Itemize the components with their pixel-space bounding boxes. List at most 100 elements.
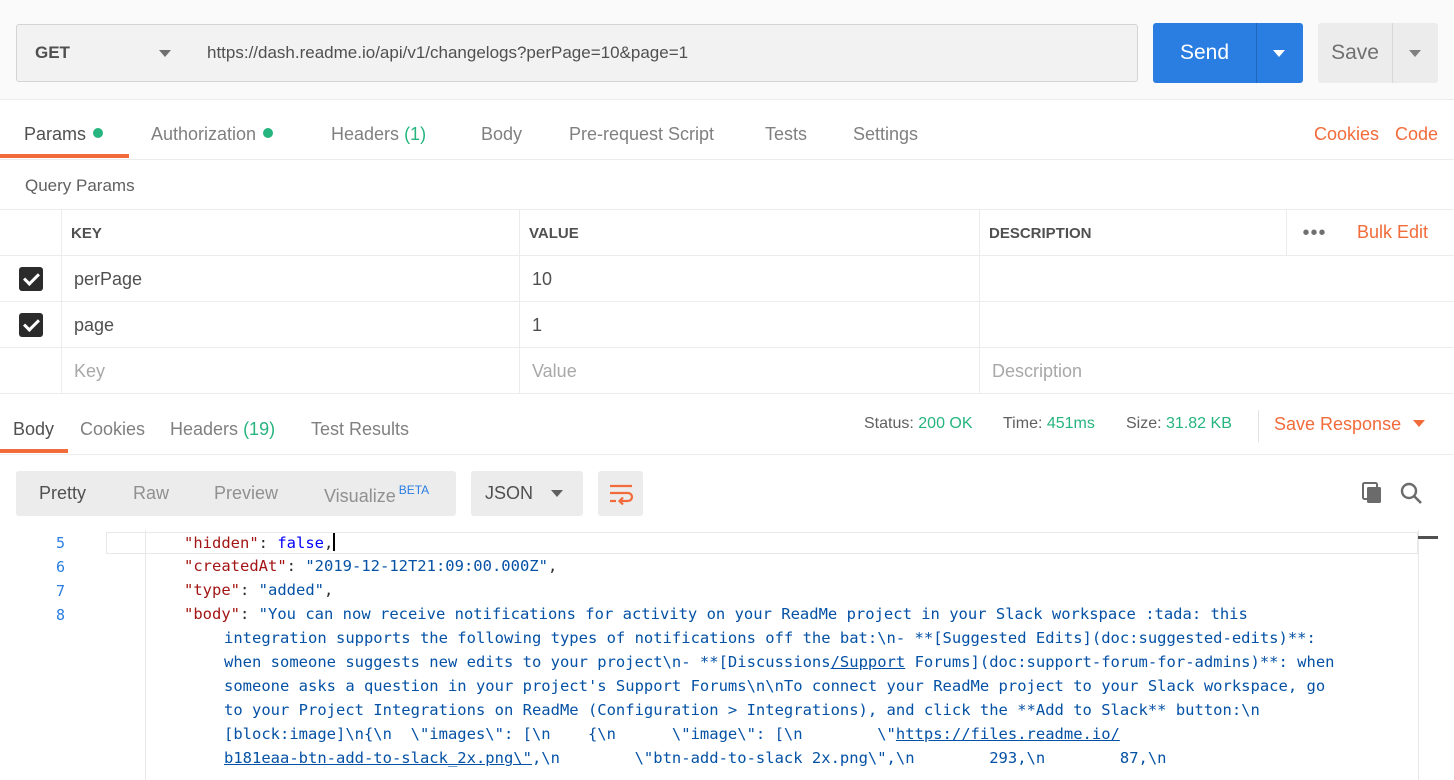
params-table: KEY VALUE DESCRIPTION ••• Bulk Edit perP…	[0, 210, 1454, 394]
size-readout: Size: 31.82 KB	[1126, 415, 1232, 432]
more-options-icon[interactable]: •••	[1286, 210, 1342, 256]
active-tab-indicator	[0, 154, 129, 158]
save-response-button[interactable]: Save Response	[1274, 414, 1426, 435]
param-value-input[interactable]: 10	[519, 256, 980, 302]
code-link[interactable]: Code	[1395, 124, 1438, 145]
line-number: 7	[55, 582, 65, 600]
code-line-wrap: when someone suggests new edits to your …	[224, 653, 1335, 671]
send-label: Send	[1179, 41, 1230, 64]
code-line-wrap: [block:image]\n{\n \"images\": [\n {\n \…	[224, 725, 1120, 743]
time-value: 451ms	[1046, 415, 1095, 432]
url-link[interactable]: https://files.readme.io/	[896, 725, 1120, 743]
search-icon	[1400, 482, 1422, 504]
param-key-input[interactable]: perPage	[61, 256, 520, 302]
param-description-input[interactable]	[979, 302, 1454, 348]
code-line-wrap: to your Project Integrations on ReadMe (…	[224, 701, 1260, 719]
url-link[interactable]: b181eaa-btn-add-to-slack_2x.png\"	[224, 749, 532, 767]
save-label: Save	[1331, 41, 1379, 64]
indent-guide	[145, 530, 146, 780]
row-checkbox[interactable]	[18, 313, 43, 337]
row-checkbox[interactable]	[18, 267, 43, 291]
chevron-down-icon	[1413, 420, 1426, 427]
view-mode-group: Pretty Raw Preview Visualize BETA	[16, 471, 456, 516]
method-select[interactable]: GET	[16, 24, 192, 82]
new-description-input[interactable]: Description	[979, 348, 1454, 394]
table-row-new: Key Value Description	[0, 348, 1454, 394]
status-value: 200 OK	[918, 415, 973, 432]
view-visualize-button[interactable]: Visualize BETA	[324, 483, 429, 507]
beta-badge: BETA	[398, 483, 430, 497]
active-tab-indicator	[0, 449, 68, 453]
active-dot-icon	[263, 128, 274, 138]
status-readout: Status: 200 OK	[864, 415, 973, 432]
tab-response-cookies[interactable]: Cookies	[80, 419, 145, 440]
response-tabs: Body Cookies Headers (19) Test Results S…	[0, 405, 1454, 455]
size-value: 31.82 KB	[1166, 415, 1232, 432]
url-text: https://dash.readme.io/api/v1/changelogs…	[207, 43, 689, 62]
tab-test-results[interactable]: Test Results	[311, 419, 409, 440]
copy-button[interactable]	[1357, 478, 1387, 508]
tab-response-headers[interactable]: Headers (19)	[170, 419, 275, 440]
tab-body[interactable]: Body	[481, 124, 522, 145]
wrap-lines-icon	[609, 484, 633, 505]
format-label: JSON	[485, 483, 534, 503]
line-number: 8	[55, 606, 65, 624]
url-input[interactable]: https://dash.readme.io/api/v1/changelogs…	[191, 24, 1138, 82]
param-key-input[interactable]: page	[61, 302, 520, 348]
line-gutter: 5 6 7 8	[0, 530, 106, 780]
code-line: "type": "added",	[184, 581, 334, 599]
scrollbar-thumb[interactable]	[1418, 536, 1438, 539]
view-raw-button[interactable]: Raw	[133, 483, 169, 504]
request-bar: GET https://dash.readme.io/api/v1/change…	[0, 0, 1454, 100]
code-line: "body": "You can now receive notificatio…	[184, 605, 1248, 623]
line-number: 5	[55, 534, 65, 552]
copy-icon	[1362, 482, 1381, 503]
scrollbar-track[interactable]	[1418, 530, 1419, 780]
tab-settings[interactable]: Settings	[853, 124, 918, 145]
view-pretty-button[interactable]: Pretty	[39, 483, 86, 504]
line-number: 6	[55, 558, 65, 576]
tab-authorization[interactable]: Authorization	[151, 124, 274, 145]
code-line-wrap: b181eaa-btn-add-to-slack_2x.png\",\n \"b…	[224, 749, 1167, 767]
request-tabs: Params Authorization Headers (1) Body Pr…	[0, 110, 1454, 160]
response-body-editor[interactable]: 5 6 7 8 "hidden": false, "createdAt": "2…	[0, 530, 1454, 780]
column-value: VALUE	[519, 210, 980, 256]
divider	[1258, 410, 1259, 442]
time-readout: Time: 451ms	[1003, 415, 1095, 432]
code-line: "createdAt": "2019-12-12T21:09:00.000Z",	[184, 557, 558, 575]
new-value-input[interactable]: Value	[519, 348, 980, 394]
save-button[interactable]: Save	[1318, 23, 1438, 83]
chevron-down-icon	[551, 490, 563, 497]
tab-response-body[interactable]: Body	[13, 419, 54, 440]
active-dot-icon	[93, 128, 104, 138]
tab-pre-request-script[interactable]: Pre-request Script	[569, 124, 714, 145]
chevron-down-icon	[159, 50, 171, 57]
query-params-title: Query Params	[25, 176, 135, 195]
search-button[interactable]	[1396, 478, 1426, 508]
tab-headers[interactable]: Headers (1)	[331, 124, 426, 145]
method-label: GET	[35, 43, 70, 62]
param-value-input[interactable]: 1	[519, 302, 980, 348]
new-key-input[interactable]: Key	[61, 348, 520, 394]
format-select[interactable]: JSON	[471, 471, 583, 516]
param-description-input[interactable]	[979, 256, 1454, 302]
view-preview-button[interactable]: Preview	[214, 483, 278, 504]
text-cursor	[333, 533, 336, 551]
code-line-wrap: someone asks a question in your project'…	[224, 677, 1326, 695]
table-header: KEY VALUE DESCRIPTION ••• Bulk Edit	[0, 210, 1454, 256]
tab-tests[interactable]: Tests	[765, 124, 807, 145]
table-row: page 1	[0, 302, 1454, 348]
send-options-chevron-icon[interactable]	[1256, 23, 1303, 83]
code-line: "hidden": false,	[184, 533, 336, 552]
response-headers-count: (19)	[243, 419, 276, 439]
tab-params[interactable]: Params	[24, 124, 104, 145]
bulk-edit-button[interactable]: Bulk Edit	[1357, 222, 1428, 243]
table-row: perPage 10	[0, 256, 1454, 302]
wrap-lines-button[interactable]	[598, 471, 643, 516]
send-button[interactable]: Send	[1153, 23, 1303, 83]
save-options-chevron-icon[interactable]	[1392, 23, 1438, 83]
column-key: KEY	[61, 210, 520, 256]
cookies-link[interactable]: Cookies	[1314, 124, 1379, 145]
headers-count: (1)	[404, 124, 427, 144]
code-line-wrap: integration supports the following types…	[224, 629, 1316, 647]
